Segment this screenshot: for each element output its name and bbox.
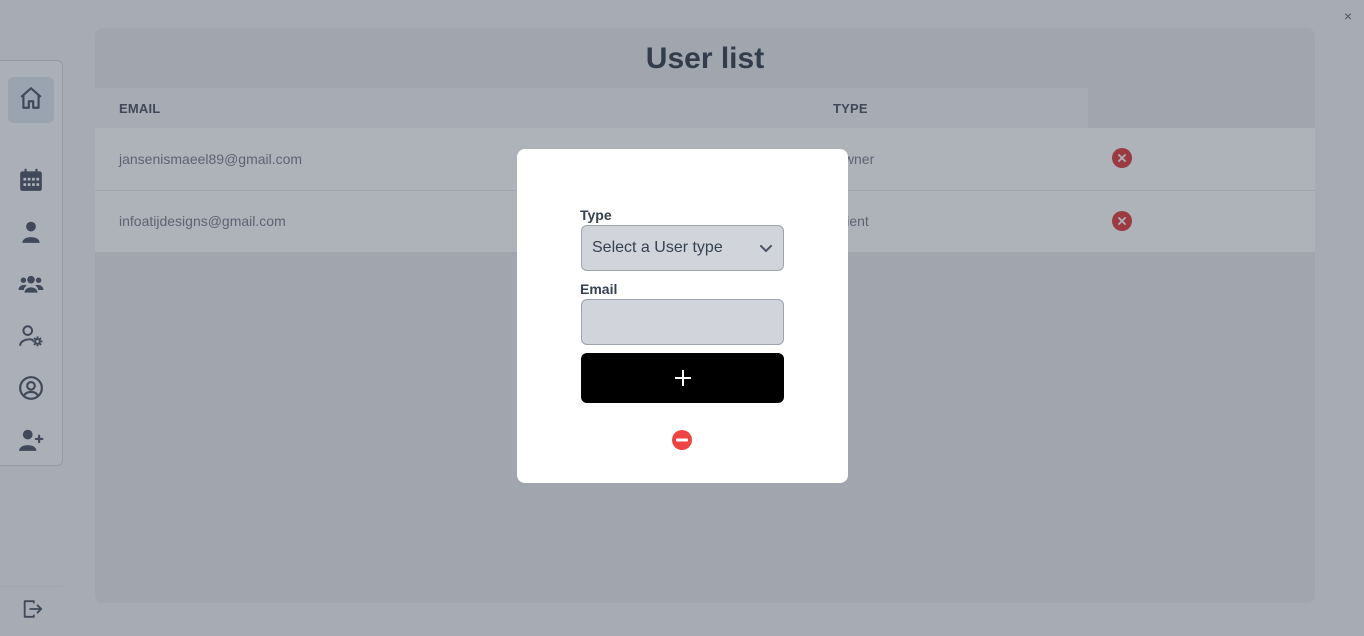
user-type-select[interactable]: Select a User type <box>581 225 784 271</box>
type-label: Type <box>580 207 612 223</box>
add-user-button[interactable] <box>581 353 784 403</box>
email-field[interactable] <box>581 299 784 345</box>
add-user-modal: Type Select a User type Email <box>517 149 848 483</box>
user-type-select-value: Select a User type <box>592 239 723 256</box>
minus-circle-icon <box>676 438 688 442</box>
app: × User list EMAIL TYPE jansenismaeel89@g… <box>0 0 1364 636</box>
chevron-down-icon <box>760 245 772 252</box>
close-modal-button[interactable] <box>672 430 692 450</box>
email-label: Email <box>580 281 618 297</box>
plus-icon <box>674 370 691 386</box>
